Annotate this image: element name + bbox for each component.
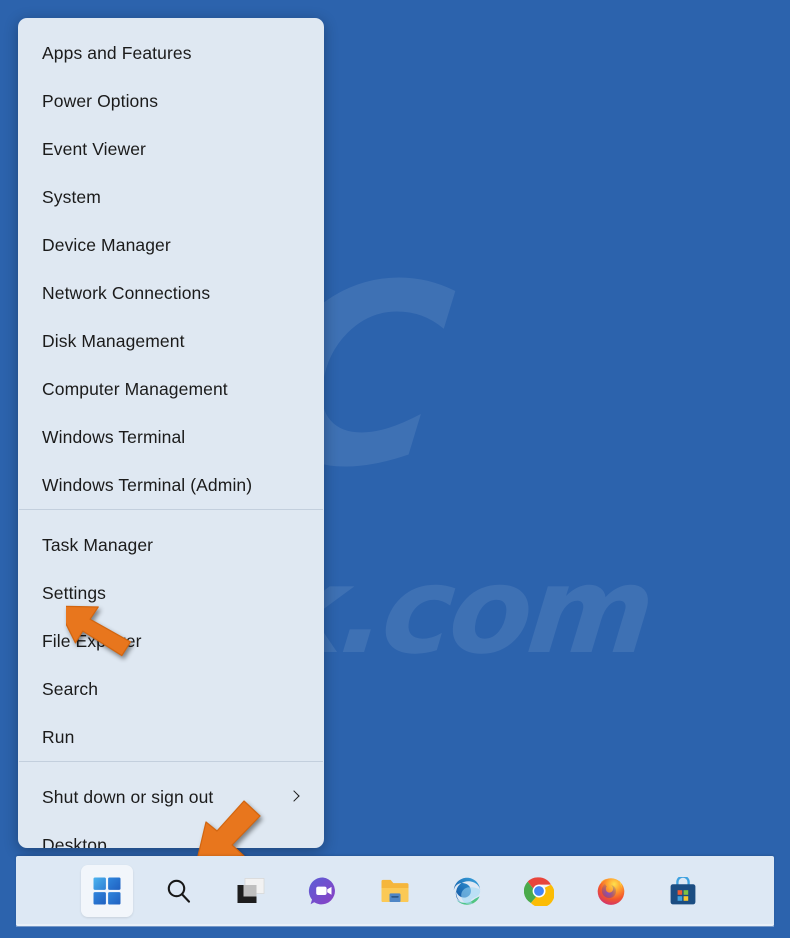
menu-item-label: Apps and Features: [42, 42, 192, 63]
taskbar-chat-button[interactable]: [297, 865, 349, 917]
taskbar-file-explorer-button[interactable]: [369, 865, 421, 917]
menu-item-label: Network Connections: [42, 282, 211, 303]
menu-item-label: Disk Management: [42, 330, 185, 351]
menu-item-apps-and-features[interactable]: Apps and Features: [18, 29, 324, 77]
menu-group-tools: Task Manager Settings File Explorer Sear…: [18, 510, 324, 761]
menu-item-label: System: [42, 186, 101, 207]
taskbar: [16, 856, 774, 926]
menu-item-label: Task Manager: [42, 534, 154, 555]
menu-item-run[interactable]: Run: [18, 713, 324, 761]
menu-item-label: Power Options: [42, 90, 159, 111]
menu-item-label: Event Viewer: [42, 138, 146, 159]
menu-item-label: File Explorer: [42, 630, 142, 651]
taskbar-edge-button[interactable]: [441, 865, 493, 917]
edge-icon: [453, 877, 481, 905]
menu-item-computer-management[interactable]: Computer Management: [18, 365, 324, 413]
menu-item-desktop[interactable]: Desktop: [18, 821, 324, 849]
menu-item-network-connections[interactable]: Network Connections: [18, 269, 324, 317]
taskbar-chrome-button[interactable]: [513, 865, 565, 917]
winx-quick-link-menu: Apps and Features Power Options Event Vi…: [18, 18, 324, 848]
menu-item-label: Run: [42, 726, 75, 747]
chrome-icon: [524, 877, 554, 906]
menu-item-device-manager[interactable]: Device Manager: [18, 221, 324, 269]
menu-item-label: Computer Management: [42, 378, 228, 399]
menu-item-label: Windows Terminal: [42, 426, 186, 447]
chat-icon: [308, 877, 335, 905]
menu-item-label: Device Manager: [42, 234, 171, 255]
menu-item-power-options[interactable]: Power Options: [18, 77, 324, 125]
file-explorer-icon: [381, 879, 409, 902]
microsoft-store-icon: [670, 876, 696, 904]
task-view-icon: [237, 878, 265, 903]
taskbar-search-button[interactable]: [153, 865, 205, 917]
taskbar-start-button[interactable]: [81, 865, 133, 917]
start-icon: [93, 877, 121, 905]
menu-item-settings[interactable]: Settings: [18, 569, 324, 617]
menu-item-task-manager[interactable]: Task Manager: [18, 521, 324, 569]
menu-item-windows-terminal-admin[interactable]: Windows Terminal (Admin): [18, 461, 324, 509]
taskbar-icon-group: [81, 865, 709, 917]
menu-item-event-viewer[interactable]: Event Viewer: [18, 125, 324, 173]
menu-item-label: Desktop: [42, 834, 107, 849]
menu-group-session: Shut down or sign out Desktop: [18, 762, 324, 849]
menu-item-label: Windows Terminal (Admin): [42, 474, 253, 495]
menu-item-label: Search: [42, 678, 99, 699]
taskbar-task-view-button[interactable]: [225, 865, 277, 917]
menu-item-label: Shut down or sign out: [42, 786, 214, 807]
menu-group-system: Apps and Features Power Options Event Vi…: [18, 18, 324, 509]
search-icon: [167, 879, 191, 903]
menu-item-windows-terminal[interactable]: Windows Terminal: [18, 413, 324, 461]
taskbar-bottom-edge: [16, 924, 774, 927]
menu-item-search[interactable]: Search: [18, 665, 324, 713]
menu-item-disk-management[interactable]: Disk Management: [18, 317, 324, 365]
firefox-icon: [597, 878, 625, 905]
chevron-right-icon: [288, 790, 302, 804]
menu-item-file-explorer[interactable]: File Explorer: [18, 617, 324, 665]
menu-item-label: Settings: [42, 582, 107, 603]
menu-item-system[interactable]: System: [18, 173, 324, 221]
menu-item-shut-down-or-sign-out[interactable]: Shut down or sign out: [18, 773, 324, 821]
taskbar-firefox-button[interactable]: [585, 865, 637, 917]
taskbar-microsoft-store-button[interactable]: [657, 865, 709, 917]
